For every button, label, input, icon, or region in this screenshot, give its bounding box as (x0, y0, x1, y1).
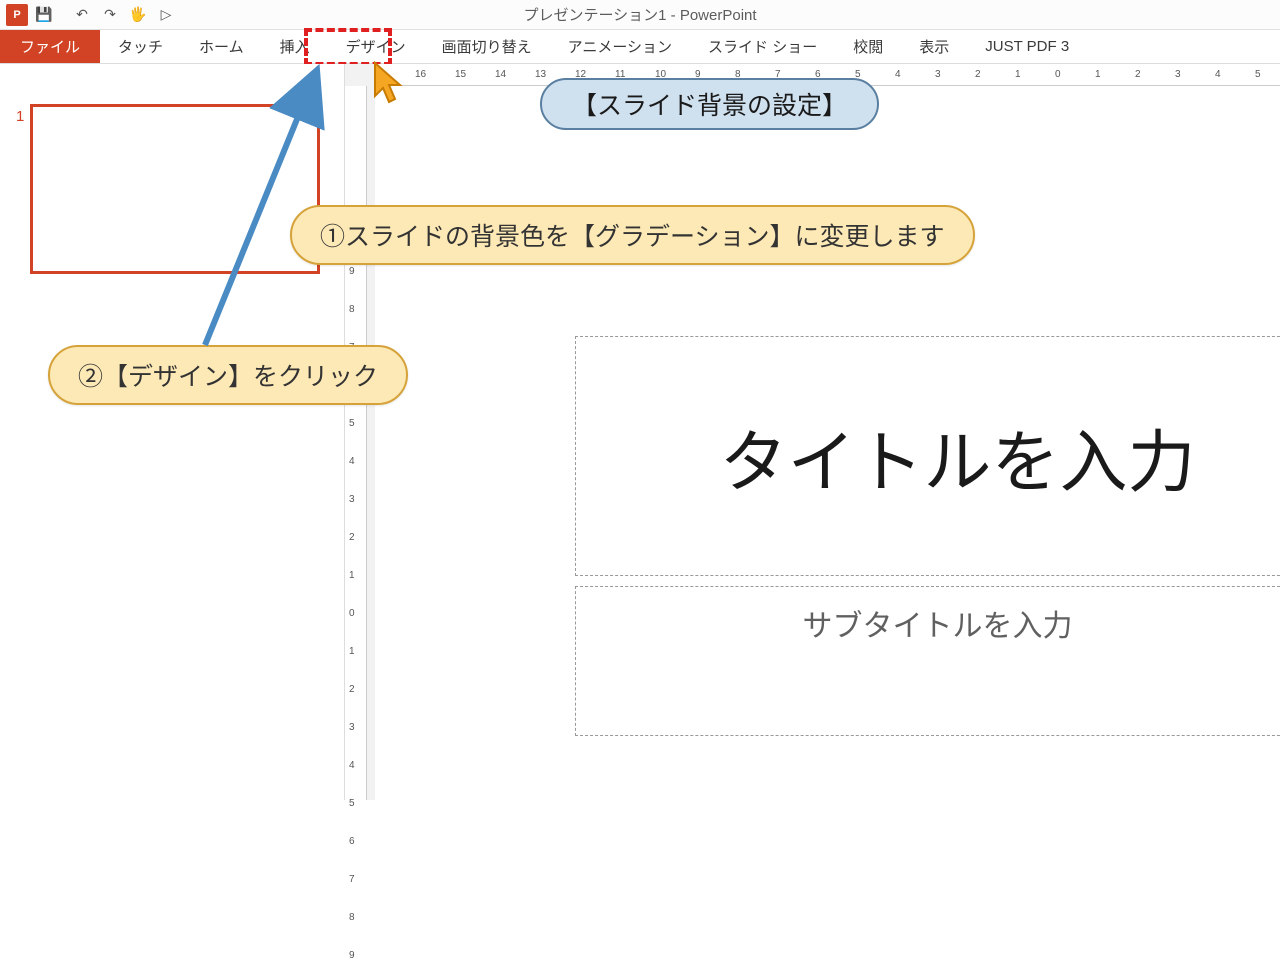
ruler-tick: 3 (349, 494, 355, 505)
vertical-ruler: 9876543210123456789 (345, 86, 367, 800)
ruler-tick: 2 (975, 69, 981, 80)
ribbon-tabs: ファイル タッチ ホーム 挿入 デザイン 画面切り替え アニメーション スライド… (0, 30, 1280, 64)
ruler-tick: 1 (349, 646, 355, 657)
ruler-tick: 2 (349, 532, 355, 543)
ruler-tick: 8 (349, 912, 355, 923)
title-bar: P 💾 ↶ ↷ 🖐 ▷ プレゼンテーション1 - PowerPoint (0, 0, 1280, 30)
ruler-tick: 3 (349, 722, 355, 733)
start-slideshow-button[interactable]: ▷ (154, 3, 178, 27)
annotation-header: 【スライド背景の設定】 (540, 78, 879, 130)
slide-thumbnail-panel[interactable]: 1 (0, 64, 345, 800)
slide-number: 1 (16, 108, 24, 125)
ruler-tick: 1 (349, 570, 355, 581)
undo-button[interactable]: ↶ (70, 3, 94, 27)
ruler-tick: 2 (349, 684, 355, 695)
save-button[interactable]: 💾 (32, 3, 56, 27)
ruler-tick: 8 (349, 304, 355, 315)
touch-mode-button[interactable]: 🖐 (126, 3, 150, 27)
ruler-tick: 4 (349, 456, 355, 467)
ruler-tick: 9 (349, 266, 355, 277)
ruler-tick: 4 (895, 69, 901, 80)
ruler-tick: 6 (349, 836, 355, 847)
ruler-tick: 1 (1015, 69, 1021, 80)
slide-canvas[interactable]: タイトルを入力 サブタイトルを入力 (375, 86, 1280, 800)
ruler-tick: 4 (349, 760, 355, 771)
ruler-tick: 3 (1175, 69, 1181, 80)
app-icon: P (6, 4, 28, 26)
ruler-tick: 0 (1055, 69, 1061, 80)
ruler-tick: 3 (935, 69, 941, 80)
title-placeholder[interactable]: タイトルを入力 (575, 336, 1280, 576)
tab-touch[interactable]: タッチ (100, 30, 181, 63)
tab-transitions[interactable]: 画面切り替え (424, 30, 550, 63)
annotation-step2: ②【デザイン】をクリック (48, 345, 408, 405)
quick-access-toolbar: P 💾 ↶ ↷ 🖐 ▷ (0, 3, 178, 27)
annotation-step1: ①スライドの背景色を【グラデーション】に変更します (290, 205, 975, 265)
tab-home[interactable]: ホーム (181, 30, 262, 63)
tab-slideshow[interactable]: スライド ショー (690, 30, 835, 63)
tab-review[interactable]: 校閲 (835, 30, 901, 63)
subtitle-placeholder[interactable]: サブタイトルを入力 (575, 586, 1280, 736)
ruler-tick: 1 (1095, 69, 1101, 80)
ruler-tick: 2 (1135, 69, 1141, 80)
slide-thumbnail-1[interactable] (30, 104, 320, 274)
ruler-tick: 14 (495, 69, 506, 80)
ruler-tick: 5 (349, 418, 355, 429)
ruler-tick: 5 (1255, 69, 1261, 80)
ruler-tick: 16 (415, 69, 426, 80)
window-title: プレゼンテーション1 - PowerPoint (523, 4, 756, 25)
workspace: 1 161514131211109876543210123456 9876543… (0, 64, 1280, 800)
slide-content: タイトルを入力 サブタイトルを入力 (575, 336, 1280, 816)
ruler-tick: 15 (455, 69, 466, 80)
ruler-tick: 7 (349, 874, 355, 885)
tab-file[interactable]: ファイル (0, 30, 100, 63)
ruler-tick: 0 (349, 608, 355, 619)
tab-justpdf[interactable]: JUST PDF 3 (967, 30, 1087, 63)
ruler-tick: 9 (349, 950, 355, 961)
editor-area: 161514131211109876543210123456 987654321… (345, 64, 1280, 800)
tab-view[interactable]: 表示 (901, 30, 967, 63)
tab-design[interactable]: デザイン (328, 30, 424, 63)
tab-animations[interactable]: アニメーション (550, 30, 690, 63)
ruler-tick: 4 (1215, 69, 1221, 80)
ruler-tick: 13 (535, 69, 546, 80)
tab-insert[interactable]: 挿入 (262, 30, 328, 63)
redo-button[interactable]: ↷ (98, 3, 122, 27)
